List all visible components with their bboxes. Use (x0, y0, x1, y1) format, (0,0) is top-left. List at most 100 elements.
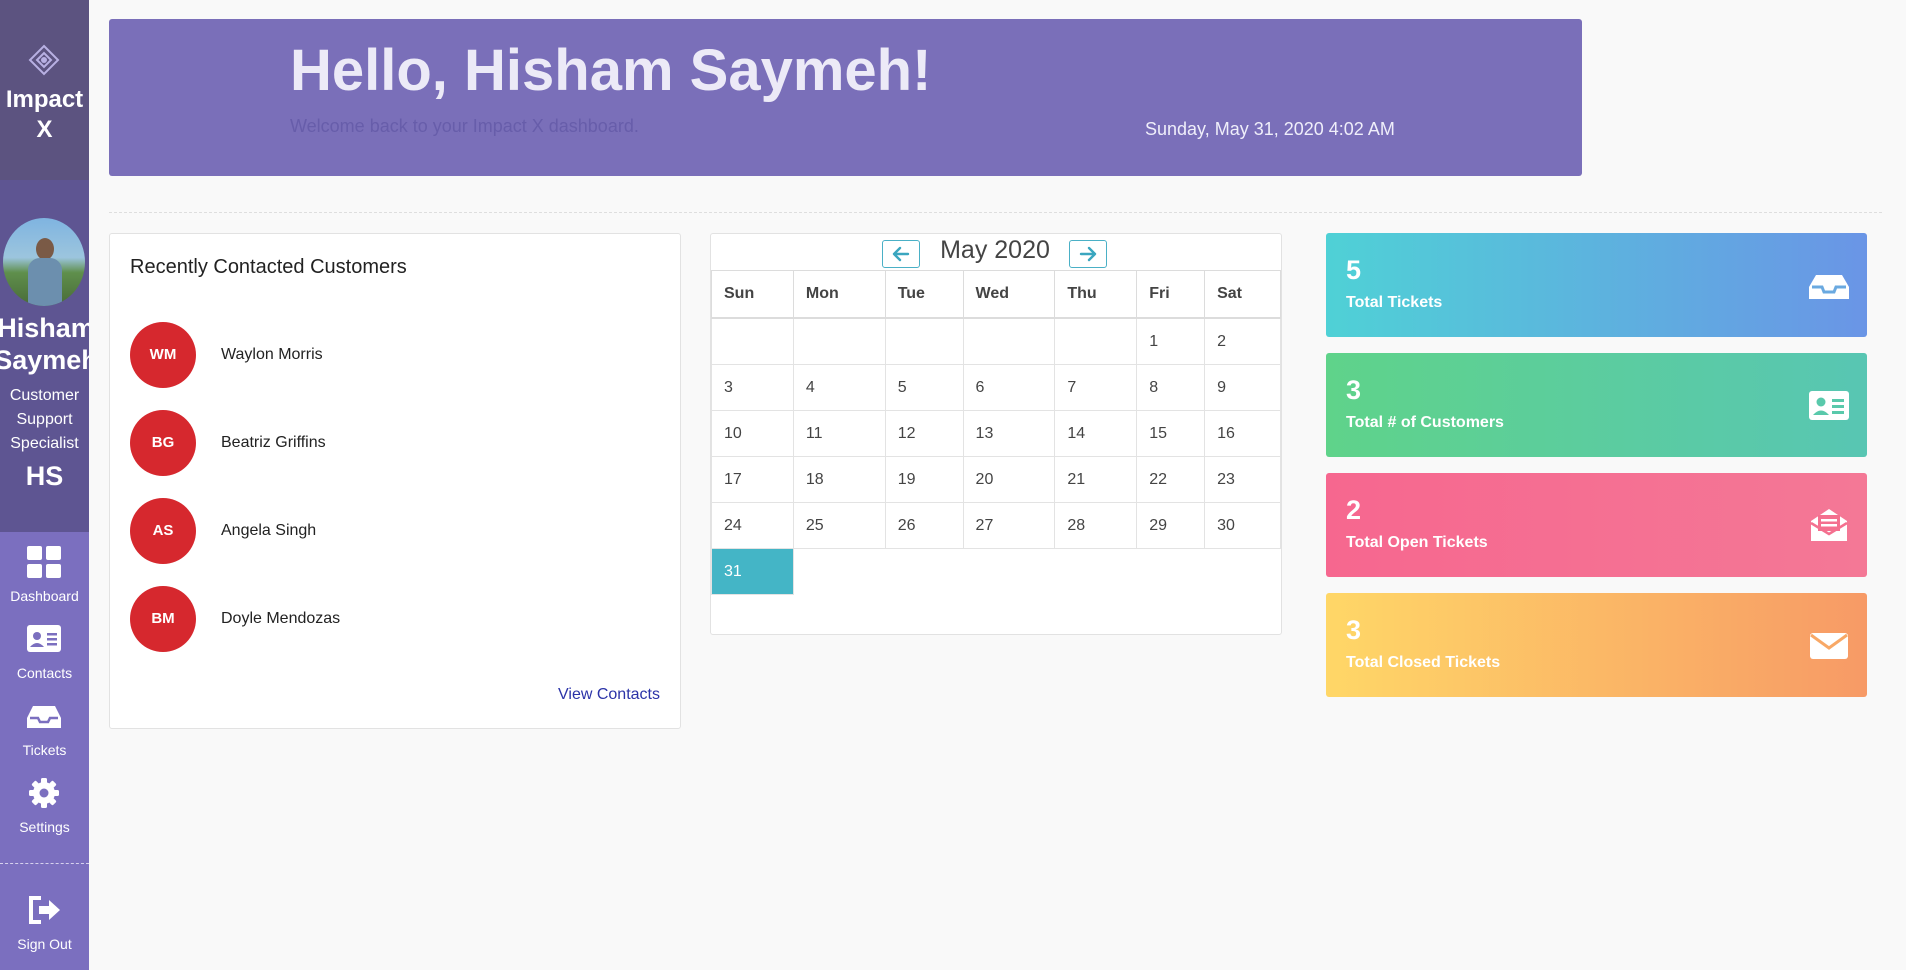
total-closed-tickets-card[interactable]: 3 Total Closed Tickets (1326, 593, 1867, 697)
stat-label: Total Tickets (1346, 294, 1443, 311)
avatar (3, 218, 85, 306)
calendar-week: 10 11 12 13 14 15 16 (711, 410, 1281, 457)
customer-name: Waylon Morris (221, 346, 323, 363)
arrow-left-icon (892, 246, 910, 262)
gear-icon (29, 778, 59, 808)
inbox-tray-icon (1809, 275, 1849, 299)
list-item[interactable]: BM Doyle Mendozas (130, 586, 650, 652)
nav-contacts[interactable]: Contacts (0, 623, 89, 693)
calendar-day[interactable]: 3 (711, 364, 794, 411)
calendar-week: 24 25 26 27 28 29 30 (711, 502, 1281, 549)
weekday-label: Fri (1136, 270, 1206, 319)
calendar-day[interactable]: 21 (1054, 456, 1138, 503)
calendar-day[interactable]: 30 (1204, 502, 1281, 549)
calendar-day (962, 317, 1056, 365)
weekday-label: Mon (792, 270, 886, 319)
sidebar: Impact X Hisham Saymeh Customer Support … (0, 0, 89, 970)
calendar-day[interactable]: 19 (884, 456, 964, 503)
calendar-day[interactable]: 28 (1054, 502, 1138, 549)
arrow-right-icon (1079, 246, 1097, 262)
sidebar-divider (0, 863, 89, 864)
total-tickets-card[interactable]: 5 Total Tickets (1326, 233, 1867, 337)
calendar-day[interactable]: 17 (711, 456, 794, 503)
welcome-banner: Hello, Hisham Saymeh! Welcome back to yo… (109, 19, 1582, 176)
previous-month-button[interactable] (882, 240, 920, 268)
stat-value: 5 (1346, 255, 1362, 285)
nav-settings-label: Settings (19, 819, 70, 835)
nav-dashboard[interactable]: Dashboard (0, 546, 89, 616)
calendar-day[interactable]: 22 (1136, 456, 1206, 503)
closed-envelope-icon (1810, 633, 1848, 659)
calendar-day[interactable]: 6 (962, 364, 1056, 411)
nav-tickets[interactable]: Tickets (0, 700, 89, 770)
calendar-day (1054, 317, 1138, 365)
nav-settings[interactable]: Settings (0, 777, 89, 847)
weekday-header-row: Sun Mon Tue Wed Thu Fri Sat (711, 270, 1281, 319)
list-item[interactable]: BG Beatriz Griffins (130, 410, 650, 476)
sign-out-button[interactable]: Sign Out (0, 894, 89, 964)
calendar-day[interactable]: 25 (792, 502, 886, 549)
calendar-week: 1 2 (711, 317, 1281, 365)
calendar-widget: May 2020 Sun Mon Tue Wed Thu Fri Sat 1 2… (710, 233, 1282, 635)
nav-dashboard-label: Dashboard (10, 588, 79, 604)
user-first-name: Hisham (0, 313, 89, 343)
calendar-day[interactable]: 2 (1204, 317, 1281, 365)
total-open-tickets-card[interactable]: 2 Total Open Tickets (1326, 473, 1867, 577)
calendar-day[interactable]: 16 (1204, 410, 1281, 457)
customer-avatar: BM (130, 586, 196, 652)
calendar-day[interactable]: 4 (792, 364, 886, 411)
weekday-label: Tue (884, 270, 964, 319)
calendar-day[interactable]: 24 (711, 502, 794, 549)
calendar-day[interactable]: 8 (1136, 364, 1206, 411)
list-item[interactable]: WM Waylon Morris (130, 322, 650, 388)
total-customers-card[interactable]: 3 Total # of Customers (1326, 353, 1867, 457)
calendar-day[interactable]: 1 (1136, 317, 1206, 365)
recent-customers-title: Recently Contacted Customers (130, 256, 407, 278)
logo-icon (28, 44, 60, 76)
customer-name: Beatriz Griffins (221, 434, 326, 451)
calendar-day[interactable]: 18 (792, 456, 886, 503)
calendar-day[interactable]: 26 (884, 502, 964, 549)
nav-contacts-label: Contacts (16, 665, 73, 681)
customer-avatar: WM (130, 322, 196, 388)
welcome-subtitle: Welcome back to your Impact X dashboard. (290, 116, 639, 136)
calendar-day[interactable]: 27 (962, 502, 1056, 549)
inbox-tray-icon (27, 706, 61, 728)
calendar-day[interactable]: 11 (792, 410, 886, 457)
contact-card-icon (1809, 391, 1849, 420)
weekday-label: Sat (1204, 270, 1281, 319)
calendar-day[interactable]: 13 (962, 410, 1056, 457)
open-envelope-icon (1810, 509, 1848, 541)
stat-value: 3 (1346, 615, 1362, 645)
calendar-day[interactable]: 12 (884, 410, 964, 457)
user-initials: HS (25, 461, 64, 491)
calendar-day[interactable]: 14 (1054, 410, 1138, 457)
weekday-label: Wed (962, 270, 1056, 319)
weekday-label: Sun (711, 270, 794, 319)
calendar-day[interactable]: 10 (711, 410, 794, 457)
stat-value: 2 (1346, 495, 1362, 525)
section-divider (109, 212, 1882, 213)
stat-value: 3 (1346, 375, 1362, 405)
stat-label: Total Closed Tickets (1346, 654, 1501, 671)
list-item[interactable]: AS Angela Singh (130, 498, 650, 564)
user-role: Customer Support Specialist (9, 387, 80, 452)
page-title: Hello, Hisham Saymeh! (290, 38, 932, 103)
view-contacts-link[interactable]: View Contacts (558, 686, 660, 704)
next-month-button[interactable] (1069, 240, 1107, 268)
calendar-day[interactable]: 7 (1054, 364, 1138, 411)
calendar-day-today[interactable]: 31 (711, 548, 794, 595)
calendar-day[interactable]: 23 (1204, 456, 1281, 503)
calendar-grid: Sun Mon Tue Wed Thu Fri Sat 1 2 3 4 5 6 … (711, 270, 1281, 595)
calendar-day[interactable]: 29 (1136, 502, 1206, 549)
customer-avatar: AS (130, 498, 196, 564)
calendar-header: May 2020 (711, 234, 1281, 270)
nav-tickets-label: Tickets (22, 742, 67, 758)
customer-avatar: BG (130, 410, 196, 476)
calendar-day[interactable]: 20 (962, 456, 1056, 503)
calendar-week: 3 4 5 6 7 8 9 (711, 364, 1281, 411)
calendar-day[interactable]: 15 (1136, 410, 1206, 457)
calendar-day[interactable]: 5 (884, 364, 964, 411)
calendar-day[interactable]: 9 (1204, 364, 1281, 411)
stat-label: Total Open Tickets (1346, 534, 1488, 551)
